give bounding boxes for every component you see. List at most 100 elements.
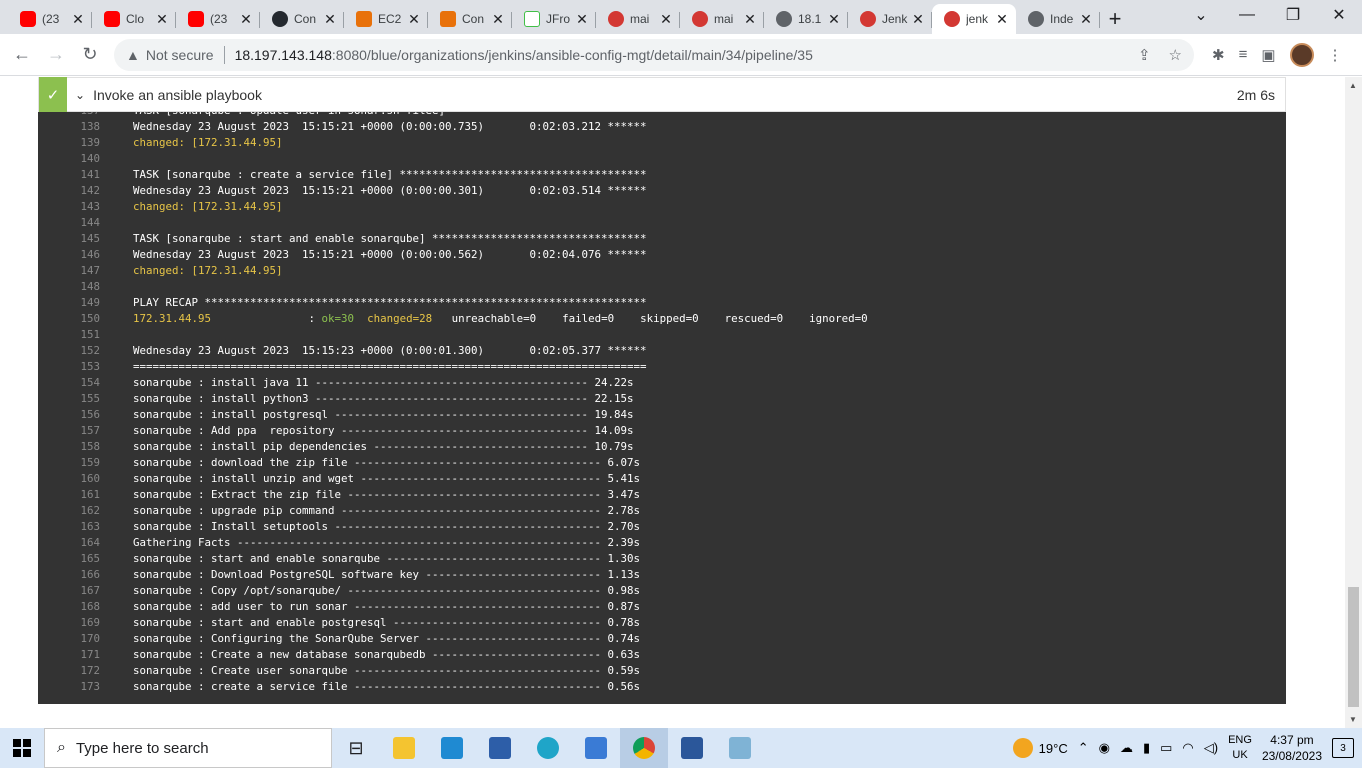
close-tab-icon[interactable]: ✕	[322, 11, 338, 28]
onedrive-icon[interactable]: ☁	[1120, 740, 1133, 756]
chevron-up-icon[interactable]: ⌃	[1078, 740, 1089, 756]
restore-button[interactable]: ❐	[1270, 0, 1316, 30]
not-secure-label[interactable]: Not secure	[146, 47, 214, 63]
close-tab-icon[interactable]: ✕	[406, 11, 422, 28]
reload-button[interactable]: ↻	[74, 39, 106, 71]
browser-tab[interactable]: Jenk ✕	[848, 4, 932, 34]
log-line: 154 sonarqube : install java 11 ---------…	[38, 375, 1286, 391]
address-bar[interactable]: ▲ Not secure 18.197.143.148 :8080/blue/o…	[114, 38, 1194, 71]
temperature: 19°C	[1038, 740, 1068, 756]
volume-icon[interactable]: ◁)	[1204, 740, 1218, 756]
pipeline-step-header[interactable]: ✓ ⌄ Invoke an ansible playbook 2m 6s	[38, 77, 1286, 112]
close-window-button[interactable]: ✕	[1316, 0, 1362, 30]
browser-tab[interactable]: (23 ✕	[8, 4, 92, 34]
log-line: 150 172.31.44.95 : ok=30 changed=28 unrea…	[38, 311, 1286, 327]
log-text: sonarqube : Create user sonarqube ------…	[133, 664, 641, 677]
log-line: 162 sonarqube : upgrade pip command -----…	[38, 503, 1286, 519]
start-button[interactable]	[0, 728, 44, 768]
log-text: TASK [sonarqube : Update user in sonar.s…	[133, 112, 647, 119]
browser-tab[interactable]: (23 ✕	[176, 4, 260, 34]
microphone-icon[interactable]: ▮	[1143, 740, 1150, 756]
browser-tab[interactable]: mai ✕	[680, 4, 764, 34]
wifi-icon[interactable]: ◠	[1182, 740, 1193, 756]
profile-avatar[interactable]	[1289, 42, 1314, 67]
taskbar-search[interactable]: ⌕ Type here to search	[44, 728, 332, 768]
youtube-icon	[188, 11, 204, 27]
log-line: 151	[38, 327, 1286, 343]
browser-tab[interactable]: Con ✕	[428, 4, 512, 34]
close-tab-icon[interactable]: ✕	[154, 11, 170, 28]
language-indicator[interactable]: ENG UK	[1228, 733, 1252, 763]
line-number: 148	[80, 280, 100, 293]
line-number: 157	[80, 424, 100, 437]
clock[interactable]: 4:37 pm 23/08/2023	[1262, 732, 1322, 764]
notification-center-icon[interactable]: 3	[1332, 738, 1354, 758]
scroll-down-icon[interactable]: ▼	[1349, 715, 1357, 724]
close-tab-icon[interactable]: ✕	[994, 11, 1010, 28]
clock-date: 23/08/2023	[1261, 749, 1322, 763]
log-text: sonarqube : install postgresql ---------…	[133, 408, 634, 421]
word-icon[interactable]	[668, 728, 716, 768]
minimize-button[interactable]: —	[1224, 0, 1270, 30]
store-icon[interactable]	[572, 728, 620, 768]
close-tab-icon[interactable]: ✕	[238, 11, 254, 28]
snipping-tool-icon[interactable]	[716, 728, 764, 768]
recap-ok: ok=30	[321, 312, 355, 325]
log-text: sonarqube : install pip dependencies ---…	[133, 440, 634, 453]
browser-tab[interactable]: EC2 ✕	[344, 4, 428, 34]
chevron-down-icon[interactable]: ⌄	[75, 88, 85, 102]
weather-widget[interactable]: 19°C	[1012, 738, 1068, 758]
line-number: 137	[38, 112, 133, 119]
powershell-icon[interactable]	[476, 728, 524, 768]
close-tab-icon[interactable]: ✕	[826, 11, 842, 28]
chrome-icon[interactable]	[620, 728, 668, 768]
aws-icon	[356, 11, 372, 27]
share-icon[interactable]: ⇪	[1138, 46, 1151, 64]
extensions-icon[interactable]: ✱	[1212, 46, 1225, 64]
browser-tab[interactable]: Con ✕	[260, 4, 344, 34]
browser-tab[interactable]: mai ✕	[596, 4, 680, 34]
forward-button[interactable]: →	[40, 39, 72, 71]
menu-kebab-icon[interactable]: ⋮	[1328, 46, 1343, 64]
close-tab-icon[interactable]: ✕	[1078, 11, 1094, 28]
back-button[interactable]: ←	[6, 39, 38, 71]
page-scrollbar[interactable]: ▲ ▼	[1345, 77, 1362, 728]
close-tab-icon[interactable]: ✕	[658, 11, 674, 28]
bookmark-star-icon[interactable]: ☆	[1169, 46, 1182, 64]
browser-tab[interactable]: JFro ✕	[512, 4, 596, 34]
browser-tab[interactable]: Inde ✕	[1016, 4, 1100, 34]
edge-icon[interactable]	[524, 728, 572, 768]
battery-icon[interactable]: ▭	[1160, 740, 1172, 756]
recap-host: 172.31.44.95	[133, 312, 212, 325]
scroll-up-icon[interactable]: ▲	[1349, 81, 1357, 90]
close-tab-icon[interactable]: ✕	[490, 11, 506, 28]
log-line: 149 PLAY RECAP **************************…	[38, 295, 1286, 311]
file-explorer-icon[interactable]	[380, 728, 428, 768]
close-tab-icon[interactable]: ✕	[70, 11, 86, 28]
log-text: sonarqube : Download PostgreSQL software…	[133, 568, 641, 581]
url-path: :8080/blue/organizations/jenkins/ansible…	[331, 46, 813, 63]
browser-tab[interactable]: Clo ✕	[92, 4, 176, 34]
close-tab-icon[interactable]: ✕	[742, 11, 758, 28]
side-panel-icon[interactable]: ▣	[1261, 46, 1275, 64]
reading-list-icon[interactable]: ≡	[1239, 46, 1248, 63]
log-line: 164 Gathering Facts ---------------------…	[38, 535, 1286, 551]
log-line: 157 sonarqube : Add ppa repository ------…	[38, 423, 1286, 439]
line-number: 153	[80, 360, 100, 373]
browser-tab[interactable]: jenk ✕	[932, 4, 1016, 34]
youtube-icon	[104, 11, 120, 27]
windows-logo-icon	[13, 739, 31, 757]
browser-tab[interactable]: 18.1 ✕	[764, 4, 848, 34]
line-number: 166	[80, 568, 100, 581]
meet-icon[interactable]: ◉	[1099, 740, 1110, 756]
new-tab-button[interactable]: +	[1100, 4, 1130, 34]
task-view-icon[interactable]: ⊟	[332, 728, 380, 768]
vscode-icon[interactable]	[428, 728, 476, 768]
close-tab-icon[interactable]: ✕	[910, 11, 926, 28]
log-text: sonarqube : upgrade pip command --------…	[133, 504, 641, 517]
close-tab-icon[interactable]: ✕	[574, 11, 590, 28]
tab-search-icon[interactable]: ⌄	[1178, 0, 1224, 30]
line-number: 163	[80, 520, 100, 533]
search-placeholder: Type here to search	[75, 739, 209, 757]
scrollbar-thumb[interactable]	[1348, 587, 1359, 707]
